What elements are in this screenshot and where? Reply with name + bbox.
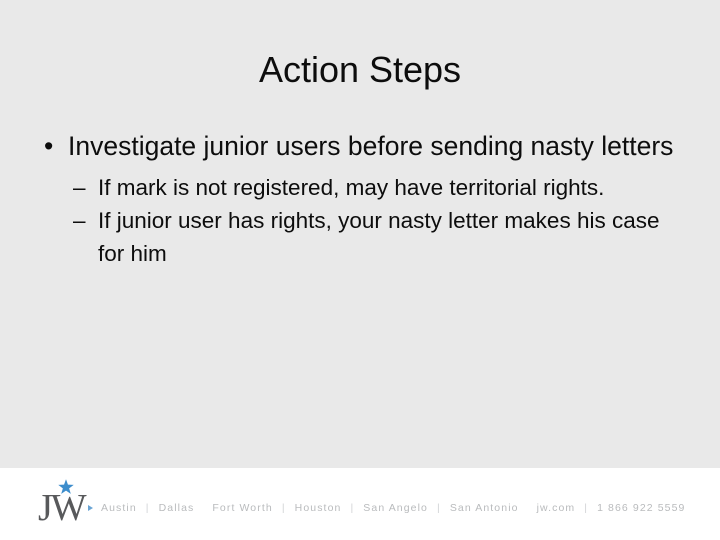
footer-office-austin[interactable]: Austin [101, 501, 137, 515]
footer-phone-number[interactable]: 1 866 922 5559 [597, 501, 685, 515]
slide: Action Steps • Investigate junior users … [0, 0, 720, 540]
sub-bullet-item: – If junior user has rights, your nasty … [73, 204, 686, 270]
bullet-item: • Investigate junior users before sendin… [34, 128, 686, 165]
footer-office-dallas[interactable]: Dallas [159, 501, 195, 515]
footer-separator: | [145, 502, 150, 514]
footer-office-san-antonio[interactable]: San Antonio [450, 501, 519, 515]
footer-office-houston[interactable]: Houston [295, 501, 342, 515]
sub-bullet-text: If mark is not registered, may have terr… [98, 175, 605, 200]
footer-office-fort-worth[interactable]: Fort Worth [212, 501, 272, 515]
triangle-marker-icon [88, 505, 93, 511]
bullet-text: Investigate junior users before sending … [68, 131, 674, 161]
page-title: Action Steps [258, 49, 462, 90]
slide-content-area: Action Steps • Investigate junior users … [0, 0, 720, 468]
jw-monogram: JW [38, 487, 87, 529]
footer-separator: | [350, 502, 355, 514]
footer-office-list: Austin | Dallas Fort Worth | Houston | S… [88, 498, 685, 518]
bullet-marker-icon: • [44, 131, 54, 161]
sub-bullet-list: – If mark is not registered, may have te… [34, 171, 686, 270]
footer-separator: | [437, 502, 441, 514]
footer-office-san-angelo[interactable]: San Angelo [363, 501, 428, 515]
sub-bullet-item: – If mark is not registered, may have te… [73, 171, 686, 204]
bullet-list: • Investigate junior users before sendin… [34, 128, 686, 270]
dash-marker-icon: – [73, 175, 86, 200]
footer-separator: | [584, 502, 589, 514]
footer-separator: | [281, 502, 286, 514]
footer-website-link[interactable]: jw.com [537, 501, 576, 515]
sub-bullet-text: If junior user has rights, your nasty le… [98, 208, 660, 266]
dash-marker-icon: – [73, 208, 86, 233]
